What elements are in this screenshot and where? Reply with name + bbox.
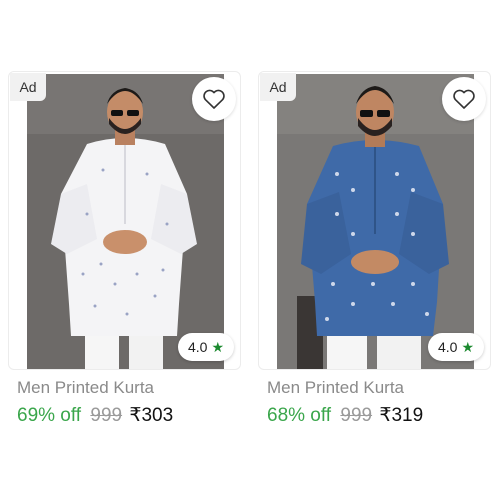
product-title[interactable]: Men Printed Kurta (258, 378, 491, 398)
heart-outline-icon (203, 89, 225, 109)
discount-label: 68% off (267, 405, 332, 426)
ad-badge: Ad (260, 73, 296, 101)
product-photo (277, 74, 474, 369)
star-icon: ★ (461, 339, 475, 355)
product-image-container[interactable]: Ad 4.0 ★ (8, 71, 241, 370)
original-price: 999 (90, 405, 123, 426)
sale-price: ₹303 (129, 405, 174, 426)
rating-badge: 4.0 ★ (178, 333, 234, 361)
original-price: 999 (340, 405, 373, 426)
ad-badge: Ad (10, 73, 46, 101)
rating-value: 4.0 (437, 339, 458, 355)
price-row: 69% off 999 ₹303 (8, 405, 241, 427)
wishlist-button[interactable] (192, 77, 236, 121)
product-card[interactable]: Ad 4.0 ★ Men Printed Kurta 68% off 999 ₹… (258, 71, 491, 427)
product-card[interactable]: Ad 4.0 ★ Men Printed Kurta 69% off 999 ₹… (8, 71, 241, 427)
price-row: 68% off 999 ₹319 (258, 405, 491, 427)
product-photo (27, 74, 224, 369)
product-image-container[interactable]: Ad 4.0 ★ (258, 71, 491, 370)
discount-label: 69% off (17, 405, 82, 426)
heart-outline-icon (453, 89, 475, 109)
rating-badge: 4.0 ★ (428, 333, 484, 361)
rating-value: 4.0 (187, 339, 208, 355)
star-icon: ★ (211, 339, 225, 355)
product-title[interactable]: Men Printed Kurta (8, 378, 241, 398)
wishlist-button[interactable] (442, 77, 486, 121)
sale-price: ₹319 (379, 405, 424, 426)
